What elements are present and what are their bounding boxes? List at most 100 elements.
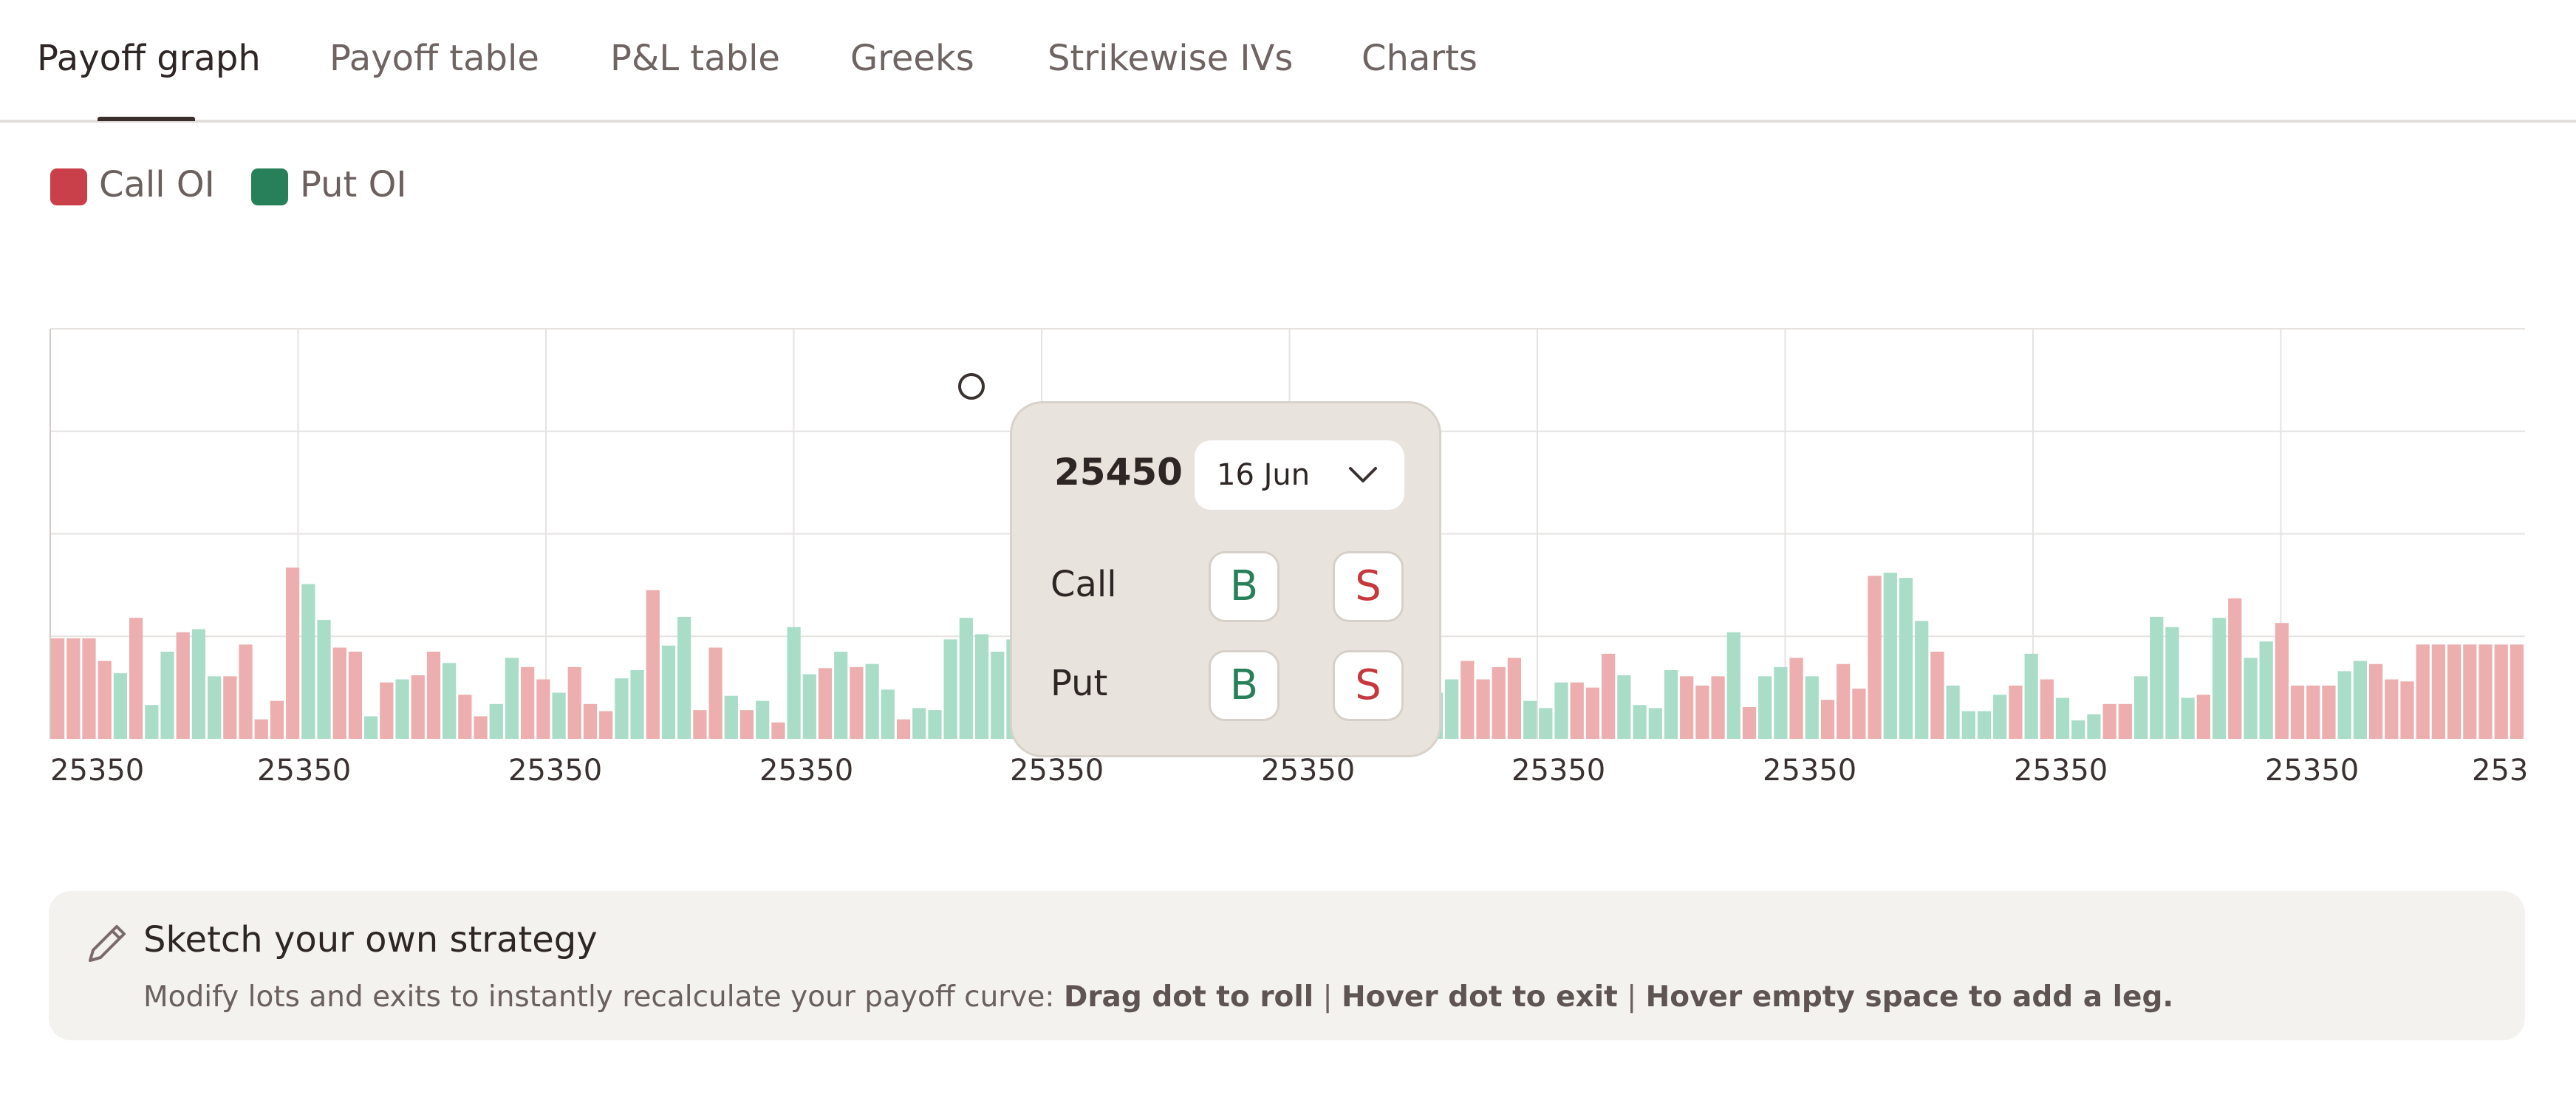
put-oi-bar[interactable] [552, 692, 566, 739]
call-oi-bar[interactable] [2118, 703, 2132, 740]
put-oi-bar[interactable] [2024, 653, 2038, 739]
call-oi-bar[interactable] [1507, 658, 1522, 739]
call-oi-bar[interactable] [1476, 679, 1490, 739]
put-oi-bar[interactable] [301, 584, 315, 739]
call-oi-bar[interactable] [254, 719, 268, 739]
call-oi-bar[interactable] [521, 666, 535, 740]
put-oi-bar[interactable] [834, 652, 848, 739]
call-oi-bar[interactable] [1820, 700, 1835, 739]
call-oi-bar[interactable] [426, 652, 441, 739]
drag-dot[interactable] [958, 373, 985, 400]
put-oi-bar[interactable] [208, 676, 222, 739]
put-oi-bar[interactable] [2133, 676, 2148, 739]
put-oi-bar[interactable] [2212, 618, 2227, 739]
put-oi-bar[interactable] [802, 674, 816, 739]
put-oi-bar[interactable] [1664, 670, 1678, 739]
call-oi-bar[interactable] [82, 638, 96, 739]
put-oi-bar[interactable] [1539, 708, 1553, 740]
call-oi-bar[interactable] [332, 647, 346, 739]
put-oi-bar[interactable] [724, 695, 738, 739]
call-oi-bar[interactable] [1789, 658, 1803, 739]
call-oi-bar[interactable] [896, 719, 911, 739]
call-oi-bar[interactable] [2009, 685, 2023, 739]
call-oi-bar[interactable] [536, 679, 550, 739]
call-oi-bar[interactable] [1852, 689, 1866, 739]
put-oi-bar[interactable] [787, 627, 801, 739]
put-oi-bar[interactable] [2337, 671, 2351, 740]
call-oi-bar[interactable] [2478, 644, 2493, 739]
put-buy-button[interactable]: B [1209, 650, 1280, 721]
put-oi-bar[interactable] [1946, 685, 1960, 739]
put-oi-bar[interactable] [489, 703, 503, 740]
call-oi-bar[interactable] [567, 666, 581, 740]
put-oi-bar[interactable] [991, 652, 1005, 739]
call-oi-bar[interactable] [474, 716, 488, 739]
call-oi-bar[interactable] [2102, 703, 2117, 740]
put-oi-bar[interactable] [1445, 679, 1459, 739]
put-sell-button[interactable]: S [1333, 650, 1404, 721]
tab-pnl-table[interactable]: P&L table [610, 33, 780, 84]
put-oi-bar[interactable] [1961, 711, 1975, 739]
call-oi-bar[interactable] [458, 695, 472, 739]
call-oi-bar[interactable] [1602, 653, 1616, 739]
put-oi-bar[interactable] [1899, 578, 1913, 739]
put-oi-bar[interactable] [912, 708, 926, 740]
call-oi-bar[interactable] [646, 590, 660, 739]
call-oi-bar[interactable] [129, 618, 143, 739]
put-oi-bar[interactable] [2150, 616, 2164, 739]
put-oi-bar[interactable] [630, 670, 644, 739]
put-oi-bar[interactable] [615, 678, 629, 739]
call-oi-bar[interactable] [348, 652, 363, 739]
put-oi-bar[interactable] [1883, 573, 1897, 740]
put-oi-bar[interactable] [661, 645, 676, 739]
put-oi-bar[interactable] [2071, 720, 2085, 739]
put-oi-bar[interactable] [395, 679, 409, 739]
tab-payoff-graph[interactable]: Payoff graph [37, 33, 261, 84]
put-oi-bar[interactable] [881, 689, 895, 739]
put-oi-bar[interactable] [974, 634, 989, 740]
call-oi-bar[interactable] [2431, 644, 2445, 739]
put-oi-bar[interactable] [2259, 641, 2273, 739]
call-oi-bar[interactable] [270, 700, 284, 739]
call-oi-bar[interactable] [2494, 644, 2508, 739]
call-oi-bar[interactable] [1868, 576, 1882, 739]
put-oi-bar[interactable] [959, 618, 973, 739]
tab-greeks[interactable]: Greeks [850, 33, 974, 84]
put-oi-bar[interactable] [756, 700, 770, 739]
call-sell-button[interactable]: S [1333, 551, 1404, 622]
put-oi-bar[interactable] [443, 663, 457, 739]
call-oi-bar[interactable] [2275, 623, 2289, 739]
call-oi-bar[interactable] [1930, 652, 1944, 739]
call-oi-bar[interactable] [1585, 687, 1600, 740]
put-oi-bar[interactable] [191, 629, 206, 739]
call-oi-bar[interactable] [239, 644, 253, 739]
call-oi-bar[interactable] [286, 567, 300, 739]
call-oi-bar[interactable] [2400, 681, 2414, 739]
put-oi-bar[interactable] [1993, 695, 2007, 739]
call-oi-bar[interactable] [2463, 644, 2477, 739]
expiry-dropdown[interactable]: 16 Jun [1195, 440, 1404, 510]
call-oi-bar[interactable] [850, 666, 864, 740]
call-oi-bar[interactable] [1711, 676, 1725, 739]
put-oi-bar[interactable] [2087, 714, 2101, 739]
put-oi-bar[interactable] [1633, 705, 1647, 739]
put-oi-bar[interactable] [1554, 682, 1568, 739]
put-oi-bar[interactable] [1648, 708, 1662, 740]
tab-strikewise-ivs[interactable]: Strikewise IVs [1048, 33, 1293, 84]
call-oi-bar[interactable] [2196, 695, 2210, 739]
call-oi-bar[interactable] [2306, 685, 2320, 739]
put-oi-bar[interactable] [160, 652, 174, 739]
call-oi-bar[interactable] [1695, 685, 1709, 739]
put-oi-bar[interactable] [1977, 711, 1992, 739]
call-oi-bar[interactable] [223, 676, 237, 739]
call-oi-bar[interactable] [771, 722, 785, 739]
call-oi-bar[interactable] [2322, 685, 2336, 739]
call-oi-bar[interactable] [2510, 644, 2524, 739]
call-oi-bar[interactable] [2447, 644, 2461, 739]
put-oi-bar[interactable] [2244, 658, 2258, 739]
tab-charts[interactable]: Charts [1362, 33, 1477, 84]
call-oi-bar[interactable] [583, 703, 598, 740]
call-buy-button[interactable]: B [1209, 551, 1280, 622]
call-oi-bar[interactable] [1837, 663, 1851, 739]
put-oi-bar[interactable] [928, 710, 942, 739]
